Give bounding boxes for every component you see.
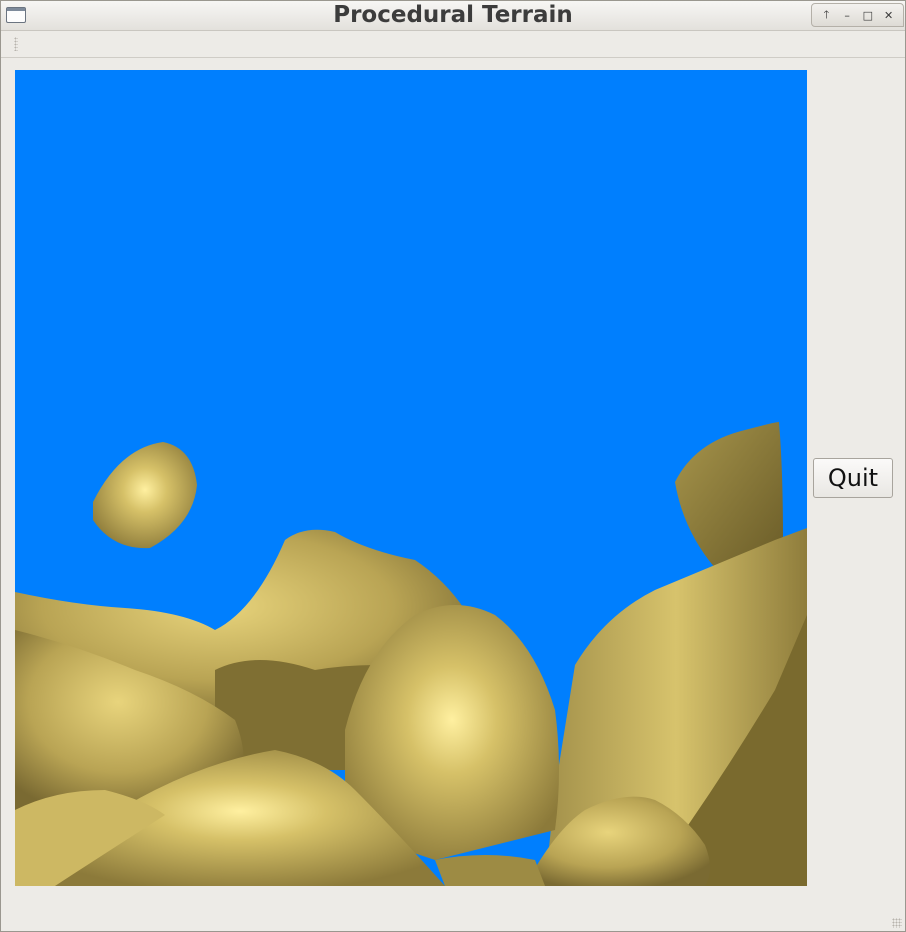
- close-icon[interactable]: ✕: [881, 7, 897, 23]
- terrain-3d-viewport[interactable]: [15, 70, 807, 886]
- terrain-render: [15, 422, 807, 886]
- application-window: Procedural Terrain 🡑 – □ ✕ Quit: [0, 0, 906, 932]
- maximize-icon[interactable]: □: [860, 7, 876, 23]
- window-title: Procedural Terrain: [333, 2, 573, 28]
- resize-grip-handle[interactable]: [892, 918, 902, 928]
- toolbar: [1, 31, 905, 58]
- toolbar-grip-handle[interactable]: [14, 37, 18, 51]
- quit-button[interactable]: Quit: [813, 458, 893, 498]
- minimize-icon[interactable]: –: [839, 7, 855, 23]
- title-bar[interactable]: Procedural Terrain 🡑 – □ ✕: [1, 1, 905, 31]
- window-controls: 🡑 – □ ✕: [811, 3, 904, 27]
- shade-icon[interactable]: 🡑: [818, 7, 834, 23]
